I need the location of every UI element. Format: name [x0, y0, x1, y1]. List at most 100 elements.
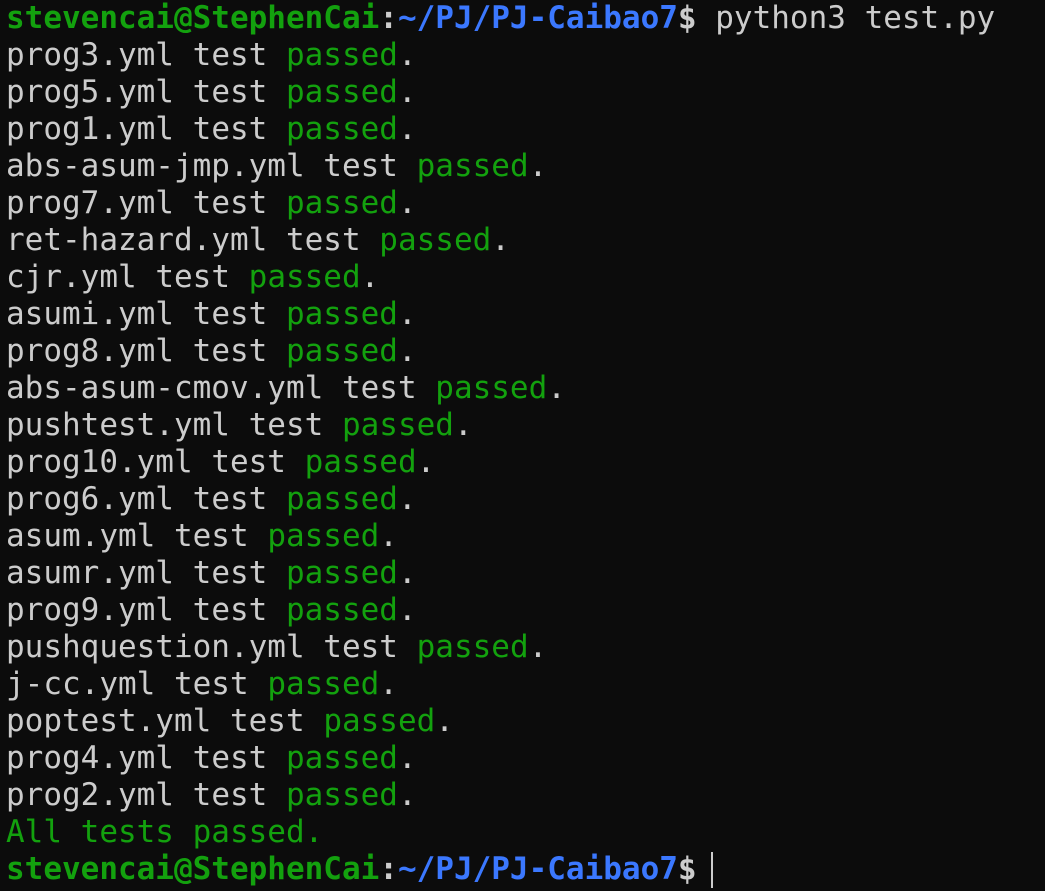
test-file-name: prog5.yml: [6, 74, 174, 110]
prompt-separator: :: [379, 851, 398, 887]
test-word: test: [323, 629, 398, 665]
test-result-line: prog9.yml test passed.: [6, 592, 1045, 629]
prompt-user-host: stevencai@StephenCai: [6, 851, 380, 887]
test-file-name: prog8.yml: [6, 333, 174, 369]
test-file-name: j-cc.yml: [6, 666, 156, 702]
line-end-punctuation: .: [397, 555, 417, 591]
active-prompt-line[interactable]: stevencai@StephenCai:~/PJ/PJ-Caibao7$: [6, 851, 1045, 888]
test-status: passed: [285, 592, 398, 628]
test-file-name: prog2.yml: [6, 777, 174, 813]
line-end-punctuation: .: [379, 666, 398, 702]
test-result-line: prog4.yml test passed.: [6, 740, 1045, 777]
line-end-punctuation: .: [528, 148, 548, 184]
test-result-line: poptest.yml test passed.: [6, 703, 1045, 740]
test-file-name: asumi.yml: [6, 296, 174, 332]
text-cursor[interactable]: [710, 852, 713, 888]
line-end-punctuation: .: [397, 740, 417, 776]
test-status: passed: [285, 37, 398, 73]
test-status: passed: [323, 703, 436, 739]
test-word: test: [192, 592, 268, 628]
line-end-punctuation: .: [416, 444, 436, 480]
test-status: passed: [285, 74, 398, 110]
test-word: test: [192, 296, 268, 332]
test-result-line: asum.yml test passed.: [6, 518, 1045, 555]
line-end-punctuation: .: [397, 185, 417, 221]
test-status: passed: [267, 518, 380, 554]
test-result-line: abs-asum-jmp.yml test passed.: [6, 148, 1045, 185]
test-word: test: [192, 555, 268, 591]
test-result-line: ret-hazard.yml test passed.: [6, 222, 1045, 259]
line-end-punctuation: .: [397, 481, 417, 517]
test-result-line: asumi.yml test passed.: [6, 296, 1045, 333]
prompt-separator: :: [379, 0, 398, 36]
command-prompt-line: stevencai@StephenCai:~/PJ/PJ-Caibao7$ py…: [6, 0, 1045, 37]
line-end-punctuation: .: [453, 407, 473, 443]
test-status: passed: [285, 333, 398, 369]
line-end-punctuation: .: [528, 629, 548, 665]
entered-command: python3 test.py: [696, 0, 996, 36]
test-word: test: [192, 37, 268, 73]
test-result-line: prog6.yml test passed.: [6, 481, 1045, 518]
test-status: passed: [285, 777, 398, 813]
line-end-punctuation: .: [397, 333, 417, 369]
test-file-name: pushtest.yml: [6, 407, 230, 443]
test-status: passed: [379, 222, 492, 258]
prompt-path: ~/PJ/PJ-Caibao7: [397, 0, 678, 36]
test-file-name: abs-asum-cmov.yml: [6, 370, 324, 406]
test-word: test: [192, 333, 268, 369]
test-word: test: [192, 185, 268, 221]
prompt-symbol: $: [677, 851, 697, 887]
test-status: passed: [285, 296, 398, 332]
test-result-line: prog10.yml test passed.: [6, 444, 1045, 481]
test-result-line: pushtest.yml test passed.: [6, 407, 1045, 444]
test-file-name: prog1.yml: [6, 111, 174, 147]
line-end-punctuation: .: [397, 111, 417, 147]
line-end-punctuation: .: [435, 703, 454, 739]
test-status: passed: [285, 555, 398, 591]
test-file-name: pushquestion.yml: [6, 629, 305, 665]
test-status: passed: [341, 407, 454, 443]
test-word: test: [248, 407, 324, 443]
test-status: passed: [435, 370, 548, 406]
test-result-line: prog1.yml test passed.: [6, 111, 1045, 148]
line-end-punctuation: .: [360, 259, 380, 295]
test-word: test: [192, 777, 268, 813]
test-results-list: prog3.yml test passed. prog5.yml test pas…: [6, 37, 1045, 814]
test-status: passed: [416, 148, 529, 184]
test-file-name: asum.yml: [6, 518, 156, 554]
test-file-name: prog6.yml: [6, 481, 174, 517]
test-word: test: [285, 222, 361, 258]
test-file-name: prog9.yml: [6, 592, 174, 628]
test-word: test: [192, 481, 268, 517]
test-word: test: [341, 370, 417, 406]
line-end-punctuation: .: [397, 592, 417, 628]
test-result-line: prog8.yml test passed.: [6, 333, 1045, 370]
test-result-line: asumr.yml test passed.: [6, 555, 1045, 592]
test-status: passed: [285, 740, 398, 776]
test-word: test: [192, 111, 268, 147]
test-result-line: abs-asum-cmov.yml test passed.: [6, 370, 1045, 407]
terminal-window[interactable]: stevencai@StephenCai:~/PJ/PJ-Caibao7$ py…: [0, 0, 1045, 891]
line-end-punctuation: .: [491, 222, 510, 258]
line-end-punctuation: .: [397, 296, 417, 332]
test-status: passed: [267, 666, 380, 702]
test-result-line: pushquestion.yml test passed.: [6, 629, 1045, 666]
test-word: test: [173, 518, 249, 554]
test-file-name: prog7.yml: [6, 185, 174, 221]
test-status: passed: [304, 444, 417, 480]
test-file-name: poptest.yml: [6, 703, 212, 739]
test-result-line: cjr.yml test passed.: [6, 259, 1045, 296]
test-result-line: prog3.yml test passed.: [6, 37, 1045, 74]
test-file-name: prog10.yml: [6, 444, 193, 480]
test-file-name: abs-asum-jmp.yml: [6, 148, 305, 184]
test-status: passed: [285, 111, 398, 147]
test-word: test: [229, 703, 305, 739]
test-file-name: ret-hazard.yml: [6, 222, 268, 258]
test-word: test: [192, 74, 268, 110]
test-word: test: [211, 444, 286, 480]
test-word: test: [155, 259, 230, 295]
line-end-punctuation: .: [379, 518, 398, 554]
line-end-punctuation: .: [547, 370, 566, 406]
test-status: passed: [285, 481, 398, 517]
line-end-punctuation: .: [397, 777, 417, 813]
